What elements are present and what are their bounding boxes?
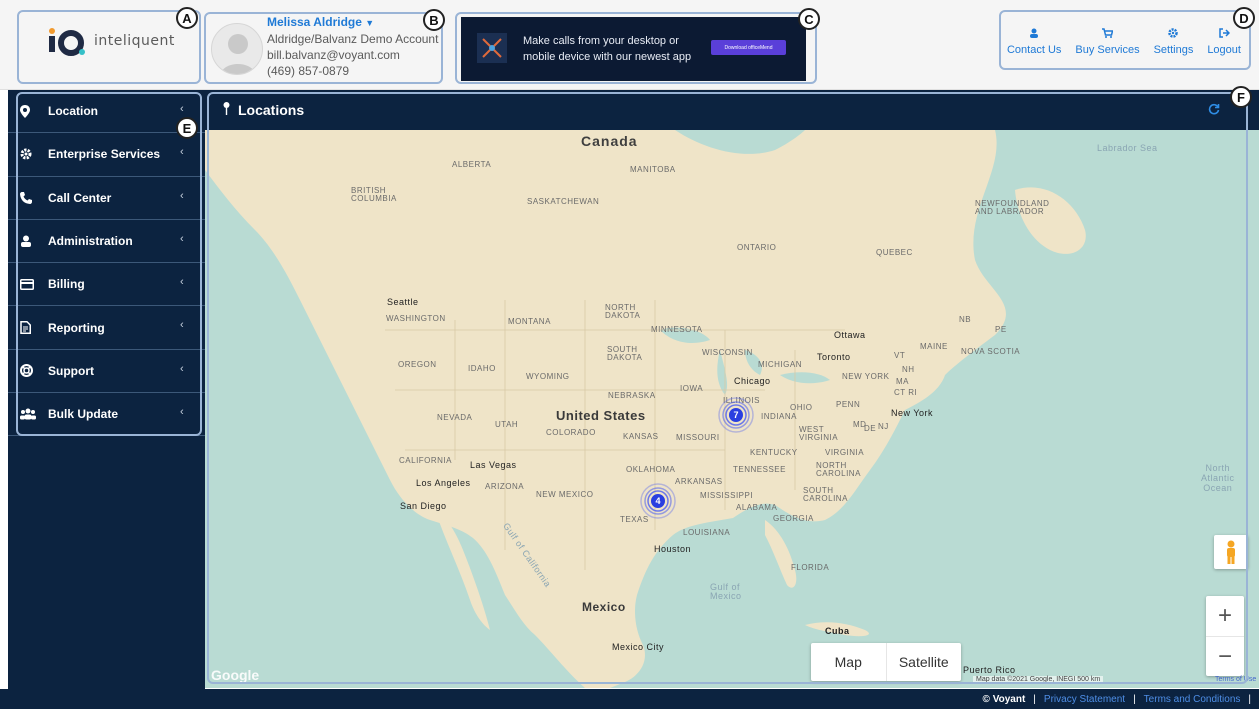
footer-separator: | (1133, 693, 1136, 705)
callout-box-sidebar (16, 92, 202, 436)
callout-label: D (1233, 7, 1255, 29)
privacy-statement-link[interactable]: Privacy Statement (1044, 694, 1125, 705)
callout-box-actions (999, 10, 1251, 70)
callout-box-logo (17, 10, 201, 84)
footer-separator: | (1033, 693, 1036, 705)
callout-label: F (1230, 86, 1252, 108)
footer-copyright: © Voyant (982, 693, 1026, 705)
terms-and-conditions-link[interactable]: Terms and Conditions (1144, 694, 1241, 705)
callout-label: C (798, 8, 820, 30)
callout-label: B (423, 9, 445, 31)
footer-separator: | (1248, 693, 1251, 705)
callout-label: A (176, 7, 198, 29)
callout-box-map (207, 92, 1248, 684)
callout-box-user (204, 12, 443, 84)
callout-box-banner (455, 12, 817, 84)
footer: © Voyant | Privacy Statement | Terms and… (0, 689, 1259, 709)
callout-label: E (176, 117, 198, 139)
